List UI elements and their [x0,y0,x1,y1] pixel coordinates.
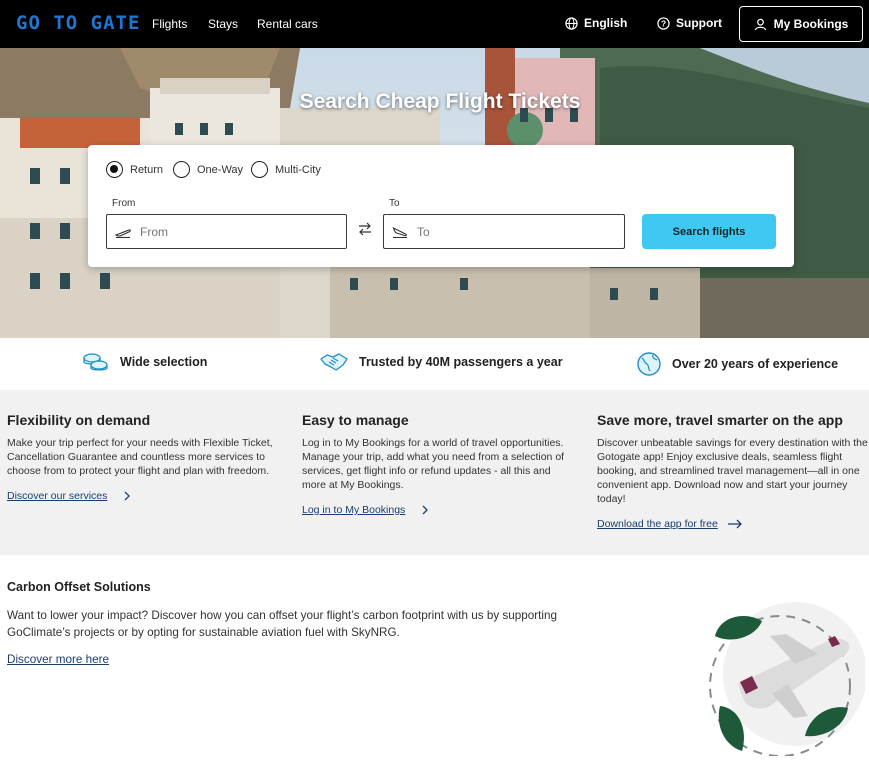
from-label: From [112,198,136,209]
login-my-bookings-link[interactable]: Log in to My Bookings [302,504,574,516]
feature-title: Save more, travel smarter on the app [597,412,843,428]
feature-app: Save more, travel smarter on the app Dis… [597,412,869,530]
globe-icon [565,16,578,30]
from-field[interactable] [106,214,347,249]
chevron-right-icon [422,505,429,515]
trip-type-multi-city-label: Multi-City [275,163,321,176]
arrow-right-icon [727,519,742,529]
swap-arrows-icon [359,222,371,236]
radio-unselected[interactable] [251,161,268,178]
feature-text: Discover unbeatable savings for every de… [597,437,868,505]
discover-services-link[interactable]: Discover our services [7,490,279,502]
my-bookings-button[interactable]: My Bookings [739,6,863,42]
nav-rental-cars[interactable]: Rental cars [257,17,318,31]
carbon-title: Carbon Offset Solutions [7,580,151,594]
link-label: Download the app for free [597,518,718,530]
handshake-icon [320,353,348,371]
top-navigation-bar: GO TO GATE Flights Stays Rental cars Eng… [0,0,869,48]
usp-trusted: Trusted by 40M passengers a year [319,351,563,373]
trip-type-one-way-label: One-Way [197,163,244,176]
trip-type-one-way[interactable]: One-Way [173,161,243,178]
search-flights-button[interactable]: Search flights [642,214,776,249]
usp-experience-label: Over 20 years of experience [672,357,839,371]
from-input[interactable] [140,224,320,239]
plane-takeoff-icon [115,228,131,238]
to-label: To [389,198,400,209]
usp-strip: Wide selection Trusted by 40M passengers… [0,338,869,390]
svg-text:?: ? [661,18,666,28]
feature-easy-manage: Easy to manage Log in to My Bookings for… [302,412,574,516]
language-selector[interactable]: English [565,16,627,30]
eco-plane-illustration [709,602,865,756]
language-label: English [584,16,628,30]
user-icon [754,18,766,30]
feature-title: Easy to manage [302,412,409,428]
usp-trusted-label: Trusted by 40M passengers a year [359,355,563,369]
carbon-text: Want to lower your impact? Discover how … [7,609,558,639]
feature-text: Make your trip perfect for your needs wi… [7,437,273,477]
features-section: Flexibility on demand Make your trip per… [0,390,869,555]
gotogate-logo[interactable]: GO TO GATE [16,12,140,34]
help-circle-icon: ? [657,16,670,30]
usp-wide-selection: Wide selection [82,351,207,373]
chevron-right-icon [124,491,131,501]
trip-type-return-label: Return [130,163,164,176]
link-label: Log in to My Bookings [302,504,406,516]
to-input[interactable] [417,224,597,239]
globe-icon [637,352,661,376]
trip-type-multi-city[interactable]: Multi-City [251,161,321,178]
feature-text: Log in to My Bookings for a world of tra… [302,437,565,491]
to-field[interactable] [383,214,625,249]
my-bookings-label: My Bookings [773,17,849,31]
usp-experience: Over 20 years of experience [636,351,838,377]
feature-flexibility: Flexibility on demand Make your trip per… [7,412,279,502]
radio-selected[interactable] [106,161,123,178]
link-label: Discover our services [7,490,108,502]
support-link[interactable]: ? Support [657,16,722,30]
usp-wide-selection-label: Wide selection [120,355,208,369]
radio-unselected[interactable] [173,161,190,178]
flight-search-form: Return One-Way Multi-City From To Search… [88,145,794,267]
swap-locations-button[interactable] [358,222,372,241]
plane-landing-icon [392,226,407,238]
discover-more-link[interactable]: Discover more here [7,653,109,666]
hero-title: Search Cheap Flight Tickets [299,90,581,113]
support-label: Support [676,16,722,30]
nav-stays[interactable]: Stays [208,17,238,31]
coins-icon [83,353,108,371]
nav-flights[interactable]: Flights [152,17,187,31]
download-app-link[interactable]: Download the app for free [597,518,869,530]
trip-type-return[interactable]: Return [106,161,163,178]
feature-title: Flexibility on demand [7,412,151,428]
